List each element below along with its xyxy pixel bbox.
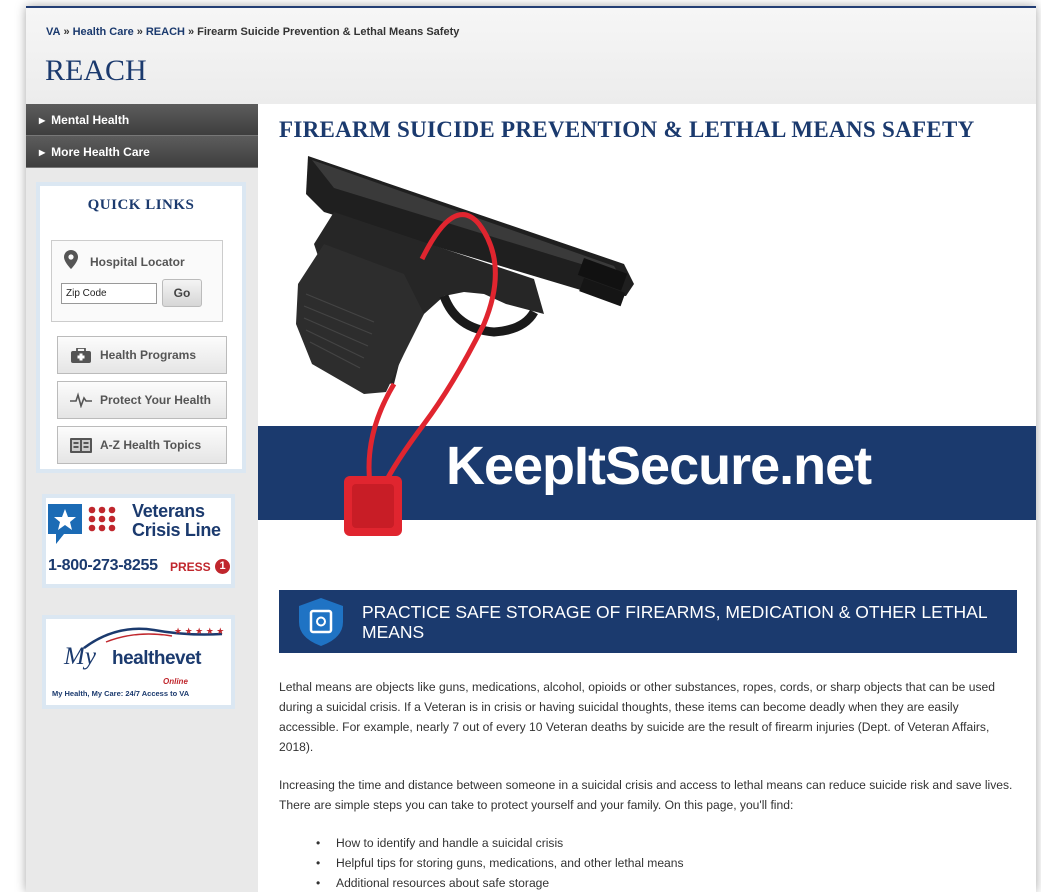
main-content: FIREARM SUICIDE PREVENTION & LETHAL MEAN… xyxy=(258,104,1036,892)
list-item: Additional resources about safe storage xyxy=(316,873,684,892)
breadcrumb-health-care[interactable]: Health Care xyxy=(73,26,134,38)
hero-text: KeepItSecure.net xyxy=(446,436,872,496)
section-title: PRACTICE SAFE STORAGE OF FIREARMS, MEDIC… xyxy=(362,602,987,642)
caret-right-icon: ▶ xyxy=(39,148,46,157)
myhealthevet-online: Online xyxy=(163,677,188,686)
crisis-line-press-number: 1 xyxy=(215,559,230,574)
az-topics-icon xyxy=(70,437,92,453)
steps-paragraph: Increasing the time and distance between… xyxy=(279,778,1013,812)
nav-item-mental-health[interactable]: ▶ Mental Health xyxy=(26,104,258,136)
crisis-line-phone: 1-800-273-8255 xyxy=(48,557,158,574)
list-item: How to identify and handle a suicidal cr… xyxy=(316,833,684,853)
site-title[interactable]: REACH xyxy=(45,54,147,88)
health-programs-label: Health Programs xyxy=(100,348,197,362)
breadcrumb-separator: » xyxy=(136,26,143,38)
safe-storage-banner: PRACTICE SAFE STORAGE OF FIREARMS, MEDIC… xyxy=(279,590,1017,653)
veterans-crisis-line-banner[interactable]: Veterans Crisis Line 1-800-273-8255 PRES… xyxy=(42,494,235,588)
hospital-locator-header: Hospital Locator xyxy=(64,250,185,272)
map-pin-icon xyxy=(64,250,78,272)
myhealthevet-banner[interactable]: ★ ★ ★ ★ ★ My healthevet Online My Health… xyxy=(42,615,235,709)
protect-your-health-button[interactable]: Protect Your Health xyxy=(57,381,227,419)
az-health-topics-label: A-Z Health Topics xyxy=(100,438,202,452)
keepitsecure-hero-image[interactable]: KeepItSecure.net xyxy=(258,154,1036,549)
crisis-line-logo-icon xyxy=(48,504,116,544)
zip-code-input[interactable] xyxy=(61,283,157,304)
breadcrumb: VA» Health Care» REACH» Firearm Suicide Pre… xyxy=(46,26,459,38)
quick-links-panel: QUICK LINKS Hospital Locator Go Health P… xyxy=(36,182,246,473)
header-band: VA» Health Care» REACH» Firearm Suicide Pre… xyxy=(26,8,1036,104)
nav-item-label: Mental Health xyxy=(51,113,130,127)
left-sidebar: ▶ Mental Health ▶ More Health Care QUICK L… xyxy=(26,104,258,892)
breadcrumb-separator: » xyxy=(187,26,195,38)
go-button[interactable]: Go xyxy=(162,279,202,307)
breadcrumb-va[interactable]: VA xyxy=(46,26,60,38)
crisis-line-press: PRESS xyxy=(170,560,211,574)
heartbeat-icon xyxy=(70,392,92,408)
first-aid-kit-icon xyxy=(70,347,92,363)
list-item: Helpful tips for storing guns, medicatio… xyxy=(316,853,684,873)
nav-item-label: More Health Care xyxy=(51,145,150,159)
nav-item-more-health-care[interactable]: ▶ More Health Care xyxy=(26,136,258,168)
breadcrumb-current: Firearm Suicide Prevention & Lethal Mean… xyxy=(197,26,460,38)
myhealthevet-logo-name: healthevet xyxy=(112,648,201,669)
myhealthevet-logo-my: My xyxy=(64,643,96,670)
breadcrumb-separator: » xyxy=(63,26,70,38)
caret-right-icon: ▶ xyxy=(39,116,46,125)
safe-shield-icon xyxy=(299,598,343,646)
myhealthevet-tagline: My Health, My Care: 24/7 Access to VA xyxy=(52,689,190,698)
svg-text:★ ★ ★ ★ ★: ★ ★ ★ ★ ★ xyxy=(174,626,224,636)
az-health-topics-button[interactable]: A-Z Health Topics xyxy=(57,426,227,464)
page-contents-list: How to identify and handle a suicidal cr… xyxy=(316,833,684,892)
intro-paragraph: Lethal means are objects like guns, medi… xyxy=(279,680,995,754)
health-programs-button[interactable]: Health Programs xyxy=(57,336,227,374)
quick-links-title: QUICK LINKS xyxy=(87,197,195,213)
crisis-line-veterans-text: Veterans xyxy=(132,501,205,521)
breadcrumb-reach[interactable]: REACH xyxy=(146,26,185,38)
hospital-locator-label: Hospital Locator xyxy=(90,255,185,269)
protect-your-health-label: Protect Your Health xyxy=(100,393,211,407)
page-frame: VA» Health Care» REACH» Firearm Suicide Pre… xyxy=(26,6,1036,892)
page-title: FIREARM SUICIDE PREVENTION & LETHAL MEAN… xyxy=(279,117,975,142)
crisis-line-title-text: Crisis Line xyxy=(132,520,221,540)
hospital-locator: Hospital Locator Go xyxy=(51,240,223,322)
